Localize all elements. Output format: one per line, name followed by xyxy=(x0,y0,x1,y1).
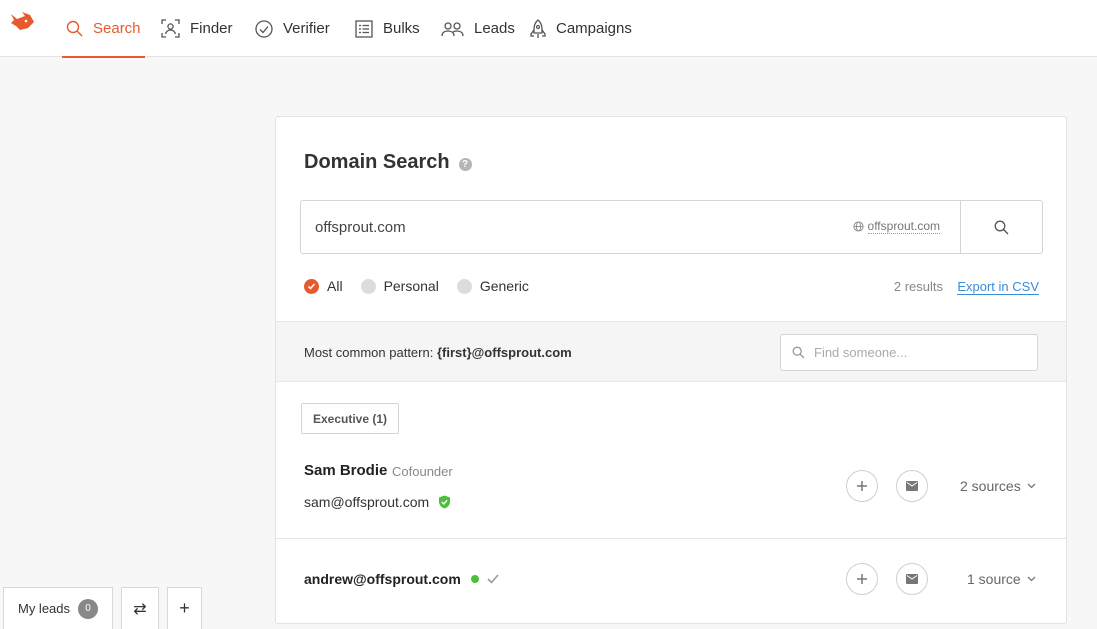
find-someone-input[interactable] xyxy=(814,335,1024,370)
check-circle-icon xyxy=(255,19,273,38)
department-badge: Executive (1) xyxy=(301,403,400,434)
plus-icon xyxy=(857,574,867,584)
type-filters: All Personal Generic xyxy=(304,278,547,294)
list-icon xyxy=(355,19,373,38)
plus-icon xyxy=(857,481,867,491)
nav-search[interactable]: Search xyxy=(62,0,145,58)
results-count: 2 results xyxy=(893,279,943,294)
filter-generic-label: Generic xyxy=(479,278,529,294)
nav-verifier[interactable]: Verifier xyxy=(255,0,330,57)
top-navigation: Search Finder Verifier Bulks Leads Campa… xyxy=(0,0,1097,58)
search-icon xyxy=(66,20,83,37)
send-email-button[interactable] xyxy=(896,563,928,595)
my-leads-button[interactable]: My leads 0 xyxy=(3,587,113,629)
search-button[interactable] xyxy=(960,201,1042,253)
export-csv-link[interactable]: Export in CSV xyxy=(957,279,1039,295)
filter-all-label: All xyxy=(327,278,343,294)
hunter-fox-logo[interactable] xyxy=(8,10,36,34)
nav-campaigns-label: Campaigns xyxy=(556,20,632,37)
sources-dropdown[interactable]: 2 sources xyxy=(960,478,1036,494)
person-email[interactable]: sam@offsprout.com xyxy=(304,494,429,510)
radio-checked-icon xyxy=(304,278,319,294)
domain-search-input[interactable] xyxy=(315,201,815,253)
nav-search-label: Search xyxy=(93,20,141,37)
status-dot-icon xyxy=(470,575,479,583)
sources-dropdown[interactable]: 1 source xyxy=(967,571,1036,587)
add-lead-button[interactable] xyxy=(846,563,878,595)
search-icon xyxy=(994,220,1009,234)
my-leads-count: 0 xyxy=(78,598,99,619)
page-title-text: Domain Search xyxy=(304,151,450,173)
chevron-down-icon xyxy=(1027,483,1036,489)
domain-hint-text: offsprout.com xyxy=(867,219,940,234)
pattern-bar: Most common pattern: {first}@offsprout.c… xyxy=(276,321,1066,382)
nav-leads[interactable]: Leads xyxy=(441,0,515,57)
filter-generic[interactable]: Generic xyxy=(456,278,529,294)
filter-all[interactable]: All xyxy=(304,278,343,294)
plus-icon: + xyxy=(179,598,190,618)
person-email-row: sam@offsprout.com xyxy=(304,494,451,510)
person-name: Sam Brodie xyxy=(304,462,388,479)
check-icon xyxy=(487,574,499,584)
globe-icon xyxy=(852,221,864,232)
page-title: Domain Search ? xyxy=(304,151,472,174)
pattern-label: Most common pattern: xyxy=(304,345,434,360)
add-lead-button[interactable] xyxy=(846,470,878,502)
sources-label: 2 sources xyxy=(960,478,1021,494)
domain-hint[interactable]: offsprout.com xyxy=(852,219,940,234)
rocket-icon xyxy=(530,18,546,38)
person-role: Cofounder xyxy=(392,464,453,479)
domain-search-box: offsprout.com xyxy=(300,200,1043,254)
chevron-down-icon xyxy=(1027,576,1036,582)
nav-bulks-label: Bulks xyxy=(383,20,420,37)
nav-bulks[interactable]: Bulks xyxy=(355,0,420,57)
person-email[interactable]: andrew@offsprout.com xyxy=(304,571,461,587)
pattern-value: {first}@offsprout.com xyxy=(436,345,572,360)
my-leads-label: My leads xyxy=(17,601,71,616)
domain-search-card: Domain Search ? offsprout.com All Person… xyxy=(275,116,1067,624)
filter-personal-label: Personal xyxy=(383,278,439,294)
help-icon[interactable]: ? xyxy=(458,157,472,171)
common-pattern: Most common pattern: {first}@offsprout.c… xyxy=(304,345,572,360)
verified-shield-icon xyxy=(439,495,451,509)
radio-unchecked-icon xyxy=(360,278,376,294)
nav-finder-label: Finder xyxy=(190,20,233,37)
sources-label: 1 source xyxy=(967,571,1021,587)
envelope-icon xyxy=(906,481,918,491)
nav-campaigns[interactable]: Campaigns xyxy=(530,0,632,57)
search-icon xyxy=(792,346,805,359)
nav-finder[interactable]: Finder xyxy=(161,0,233,57)
nav-leads-label: Leads xyxy=(474,20,515,37)
swap-button[interactable]: ⇄ xyxy=(121,587,159,629)
filter-personal[interactable]: Personal xyxy=(360,278,439,294)
swap-icon: ⇄ xyxy=(133,600,147,618)
users-icon xyxy=(441,21,464,36)
envelope-icon xyxy=(906,574,918,584)
finder-icon xyxy=(161,19,180,38)
add-button[interactable]: + xyxy=(167,587,202,629)
radio-unchecked-icon xyxy=(456,278,472,294)
send-email-button[interactable] xyxy=(896,470,928,502)
row-divider xyxy=(276,538,1066,539)
nav-verifier-label: Verifier xyxy=(283,20,330,37)
find-someone-box xyxy=(780,334,1038,371)
person-email-row: andrew@offsprout.com xyxy=(304,571,499,587)
